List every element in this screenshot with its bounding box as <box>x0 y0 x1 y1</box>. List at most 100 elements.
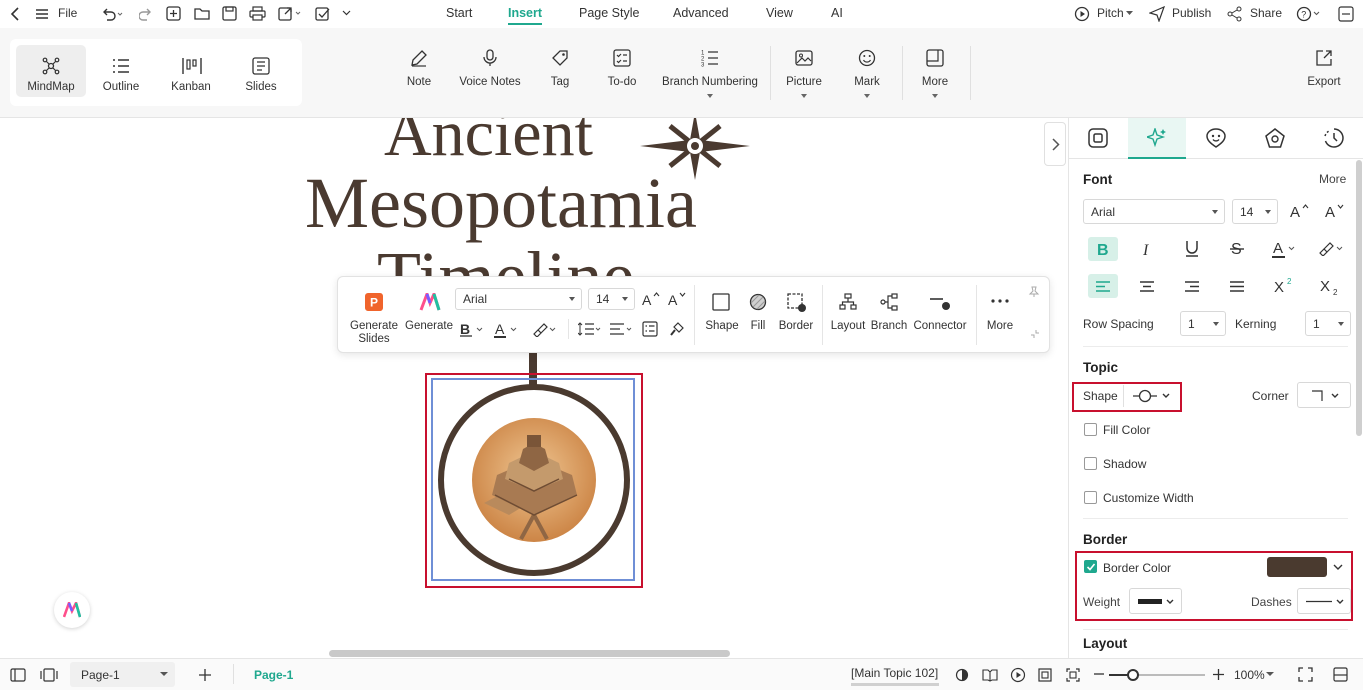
increase-font-icon[interactable]: A <box>642 291 660 307</box>
superscript-icon[interactable]: X2 <box>1274 277 1294 293</box>
font-size-select[interactable]: 14 <box>588 288 635 310</box>
collapse-panel-button[interactable] <box>1044 122 1066 166</box>
bold-icon[interactable]: B <box>460 321 486 337</box>
back-icon[interactable] <box>10 7 20 21</box>
panel-increase-font-icon[interactable]: A <box>1290 203 1309 219</box>
font-family-select[interactable]: Arial <box>455 288 582 310</box>
fill-color-checkbox[interactable] <box>1084 423 1097 436</box>
send-icon[interactable] <box>1149 6 1165 22</box>
generate-slides-button[interactable]: P Generate Slides <box>346 291 402 351</box>
layout-button[interactable]: Layout <box>828 291 868 341</box>
view-kanban-button[interactable]: Kanban <box>156 45 226 97</box>
text-align-icon[interactable] <box>610 321 634 337</box>
row-spacing-select[interactable]: 1 <box>1180 311 1226 336</box>
print-icon[interactable] <box>249 6 266 21</box>
border-color-select[interactable] <box>1265 555 1345 579</box>
minimize-icon[interactable] <box>1338 6 1354 22</box>
font-color-icon[interactable]: A <box>494 321 520 338</box>
title-line-2[interactable]: Mesopotamia <box>305 162 697 245</box>
book-view-icon[interactable] <box>982 668 998 682</box>
border-color-checkbox[interactable] <box>1084 560 1097 573</box>
panel-toggle-icon[interactable] <box>1333 667 1348 682</box>
fullscreen-fit-icon[interactable] <box>1066 668 1080 682</box>
align-center-icon[interactable] <box>1140 281 1154 292</box>
tab-icons[interactable] <box>1187 118 1245 159</box>
fullscreen-icon[interactable] <box>1298 667 1313 682</box>
panel-font-color-icon[interactable]: A <box>1272 240 1298 258</box>
zoom-out-icon[interactable] <box>1094 673 1104 675</box>
highlighter-icon[interactable] <box>532 321 558 337</box>
panel-decrease-font-icon[interactable]: A <box>1325 203 1344 219</box>
tab-ai[interactable]: AI <box>831 6 843 20</box>
panel-align-left-button[interactable] <box>1088 274 1118 298</box>
decrease-font-icon[interactable]: A <box>668 291 686 307</box>
panel-italic-icon[interactable]: I <box>1141 241 1153 257</box>
shape-select[interactable] <box>1131 386 1175 406</box>
shape-button[interactable]: Shape <box>702 291 742 341</box>
page-select[interactable]: Page-1 <box>70 662 175 687</box>
page-view-icon[interactable] <box>40 668 58 682</box>
checklist-icon[interactable] <box>315 6 330 21</box>
collapse-toolbar-icon[interactable] <box>1030 329 1040 339</box>
font-more-link[interactable]: More <box>1319 172 1346 186</box>
view-slides-button[interactable]: Slides <box>226 45 296 97</box>
new-file-icon[interactable] <box>166 6 181 21</box>
redo-icon[interactable] <box>139 7 153 21</box>
help-icon[interactable]: ? <box>1296 6 1322 22</box>
add-page-icon[interactable] <box>198 668 212 682</box>
open-folder-icon[interactable] <box>194 6 210 21</box>
format-painter-icon[interactable] <box>669 321 685 337</box>
zoom-level[interactable]: 100% <box>1234 668 1265 682</box>
branch-button[interactable]: Branch <box>869 291 909 341</box>
shadow-checkbox[interactable] <box>1084 457 1097 470</box>
tab-start[interactable]: Start <box>446 6 472 20</box>
tab-advanced[interactable]: Advanced <box>673 6 729 20</box>
chevron-down-icon[interactable] <box>342 9 351 17</box>
panel-font-family-select[interactable]: Arial <box>1083 199 1225 224</box>
theme-toggle-icon[interactable] <box>955 668 969 682</box>
share-button[interactable]: Share <box>1250 6 1282 20</box>
corner-select[interactable] <box>1297 382 1351 408</box>
subscript-icon[interactable]: X2 <box>1320 278 1340 296</box>
export-menu-icon[interactable] <box>278 6 302 21</box>
dashes-select[interactable] <box>1297 588 1351 614</box>
save-icon[interactable] <box>222 6 237 21</box>
undo-icon[interactable] <box>101 7 123 21</box>
tab-insert[interactable]: Insert <box>508 6 543 25</box>
tab-theme[interactable] <box>1246 118 1304 159</box>
fill-button[interactable]: Fill <box>740 291 776 341</box>
pitch-button[interactable]: Pitch <box>1097 6 1124 20</box>
floatbar-more-button[interactable]: More <box>982 291 1018 341</box>
panel-underline-icon[interactable] <box>1185 240 1199 257</box>
customize-width-checkbox[interactable] <box>1084 491 1097 504</box>
weight-select[interactable] <box>1129 588 1182 614</box>
panel-highlight-icon[interactable] <box>1318 240 1344 256</box>
sidebar-toggle-icon[interactable] <box>10 668 26 682</box>
kerning-select[interactable]: 1 <box>1305 311 1351 336</box>
selected-topic[interactable] <box>431 378 635 581</box>
panel-strikethrough-icon[interactable]: S <box>1230 240 1244 257</box>
play-icon[interactable] <box>1074 6 1090 22</box>
ziggurat-image[interactable] <box>437 383 631 577</box>
panel-bold-button[interactable]: B <box>1088 237 1118 261</box>
align-justify-icon[interactable] <box>1230 281 1244 292</box>
zoom-slider-track[interactable] <box>1109 669 1205 681</box>
border-button[interactable]: Border <box>776 291 816 341</box>
page-tab-active[interactable]: Page-1 <box>254 668 293 682</box>
tab-history[interactable] <box>1305 118 1363 159</box>
zoom-slider-handle[interactable] <box>1127 669 1139 681</box>
connector-button[interactable]: Connector <box>911 291 969 341</box>
tab-ai-style[interactable] <box>1128 118 1186 159</box>
checkbox-list-icon[interactable] <box>642 321 658 337</box>
generate-button[interactable]: Generate <box>402 291 456 341</box>
pitch-caret-icon[interactable] <box>1126 11 1133 16</box>
horizontal-scrollbar[interactable] <box>329 650 730 657</box>
tab-view[interactable]: View <box>766 6 793 20</box>
slideshow-icon[interactable] <box>1010 667 1026 683</box>
tab-page-style[interactable]: Page Style <box>579 6 639 20</box>
publish-button[interactable]: Publish <box>1172 6 1211 20</box>
menu-icon[interactable] <box>36 8 48 20</box>
fit-page-icon[interactable] <box>1038 668 1052 682</box>
panel-vertical-scrollbar[interactable] <box>1356 160 1362 436</box>
file-menu[interactable]: File <box>58 6 77 20</box>
